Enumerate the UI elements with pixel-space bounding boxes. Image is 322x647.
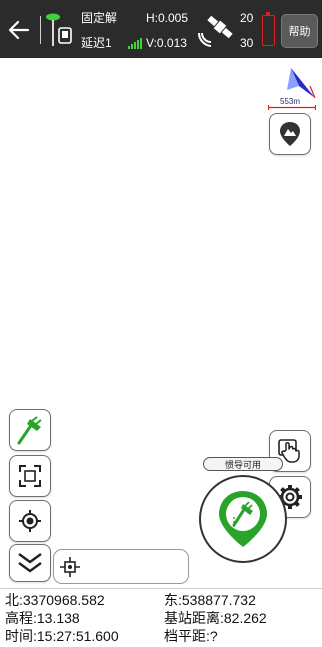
back-button[interactable] [6, 17, 32, 43]
east-coordinate: 东:538877.732 [164, 592, 256, 608]
stakeout-pole-icon [17, 416, 42, 445]
bar-distance: 档平距:? [164, 628, 218, 644]
app-root: 固定解 延迟1 H:0.005 V:0.013 20 30 帮助 553m 惯导… [0, 0, 322, 647]
fullscreen-button[interactable] [9, 455, 51, 497]
back-arrow-icon [8, 20, 30, 40]
survey-point-button[interactable] [199, 475, 287, 563]
latency: 延迟1 [81, 36, 112, 50]
gnss-rover-icon[interactable] [44, 12, 74, 48]
base-distance: 基站距离:82.262 [164, 610, 267, 626]
timestamp: 时间:15:27:51.600 [5, 628, 119, 644]
status-bar: 固定解 延迟1 H:0.005 V:0.013 20 30 帮助 [0, 0, 322, 58]
signal-bars-icon [128, 38, 142, 49]
satellites-used: 20 [240, 11, 254, 25]
help-button[interactable]: 帮助 [281, 14, 318, 48]
status-divider [40, 16, 41, 44]
position-info-panel: 北:3370968.582 东:538877.732 高程:13.138 基站距… [0, 588, 322, 647]
survey-point-icon [219, 491, 267, 547]
fullscreen-frame-icon [19, 465, 41, 487]
v-precision: V:0.013 [146, 36, 187, 50]
collapse-button[interactable] [9, 544, 51, 582]
coordinate-input[interactable] [53, 549, 189, 584]
satellite-icon [198, 15, 233, 47]
double-chevron-down-icon [18, 553, 42, 573]
scale-bar [268, 105, 316, 110]
elevation: 高程:13.138 [5, 610, 80, 626]
inertial-nav-badge: 惯导可用 [203, 457, 283, 471]
locate-button[interactable] [9, 500, 51, 542]
locate-target-icon [19, 510, 41, 532]
satellites-tracked: 30 [240, 36, 254, 50]
h-precision: H:0.005 [146, 11, 189, 25]
battery-icon [262, 12, 275, 46]
north-coordinate: 北:3370968.582 [5, 592, 105, 608]
map-layers-icon [280, 122, 300, 146]
stakeout-button[interactable] [9, 409, 51, 451]
layers-button[interactable] [269, 113, 311, 155]
crosshair-icon [60, 557, 80, 577]
solution-type: 固定解 [81, 11, 118, 25]
